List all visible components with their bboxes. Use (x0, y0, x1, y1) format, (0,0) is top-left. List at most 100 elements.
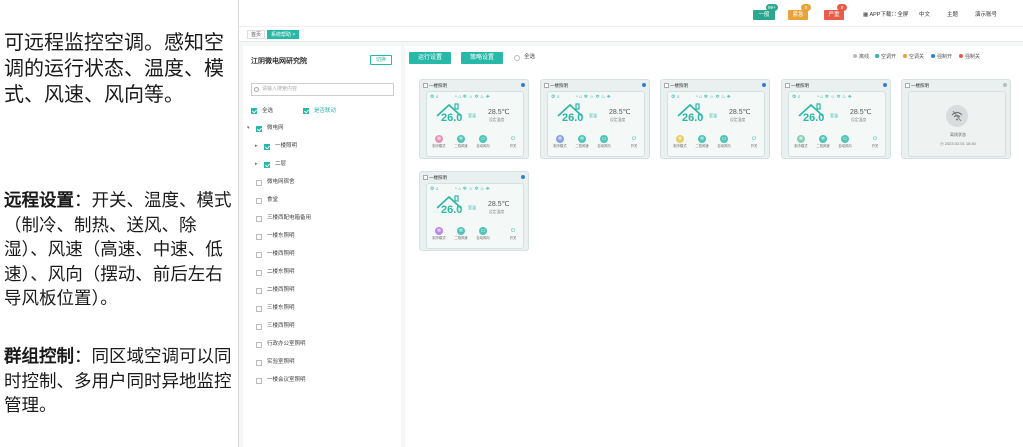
tree-node-label[interactable]: 一楼西照明 (267, 251, 295, 258)
app-download-link[interactable]: ▦ APP下载 (863, 11, 891, 19)
ac-control-button[interactable]: ▭ 自动风向 (836, 135, 854, 149)
ac-device-card[interactable]: 一楼照明 ⚙ ⌕ ◔ ⌂ ❄ ☼ ✲ ♨ ⎈ 26.0 室温 28.5℃ 设定温度 ❄ 制冷模… (781, 79, 891, 159)
tree-node-label[interactable]: 三楼西照明 (267, 323, 295, 330)
ac-control-button[interactable]: ❄ 制冷模式 (430, 227, 448, 241)
ac-control-button[interactable]: ▭ 自动风向 (474, 135, 492, 149)
ac-control-button[interactable]: ⏻ 开关 (504, 227, 522, 241)
ac-device-card[interactable]: 一楼照明 ⚙ ⌕ ◔ ⌂ ❄ ☼ ✲ ♨ ⎈ 26.0 室温 28.5℃ 设定温度 ❄ 制冷模… (419, 171, 529, 251)
alarm-urgent-button[interactable]: 紧急 (788, 10, 808, 20)
tree-node-checkbox[interactable] (256, 359, 262, 366)
tree-node-label[interactable]: 一楼会议室照明 (267, 377, 306, 384)
status-dot-icon (762, 83, 766, 87)
card-checkbox[interactable] (785, 83, 790, 88)
card-checkbox[interactable] (544, 83, 549, 88)
ac-control-button[interactable]: ⏻ 开关 (504, 135, 522, 149)
ac-control-button[interactable]: ✲ 二档风速 (573, 135, 591, 149)
tree-node-label[interactable]: 二层 (275, 161, 286, 168)
theme-button[interactable]: 主题 (947, 11, 958, 19)
tree-node-label[interactable]: 微电网宿舍 (267, 179, 295, 186)
alarm-severe-button[interactable]: 严重 (824, 10, 844, 20)
ac-control-button[interactable]: ✲ 二档风速 (693, 135, 711, 149)
ac-control-button[interactable]: ▭ 自动风向 (595, 135, 613, 149)
main-select-all-checkbox[interactable] (514, 55, 520, 61)
ac-control-icon: ▭ (720, 135, 728, 143)
room-temp-unit: 室温 (830, 113, 838, 118)
tree-node-label[interactable]: 微电网 (267, 125, 284, 132)
run-settings-button[interactable]: 运行设置 (409, 52, 451, 64)
ac-device-card[interactable]: 一楼照明 ⚙ ⌕ ◔ ⌂ ❄ ☼ ✲ ♨ ⎈ 26.0 室温 28.5℃ 设定温度 ❄ 制冷模… (540, 79, 650, 159)
tree-node-checkbox[interactable] (256, 377, 262, 384)
ac-control-button[interactable]: ❄ 制冷模式 (551, 135, 569, 149)
ac-control-button[interactable]: ❄ 制冷模式 (671, 135, 689, 149)
tree-node-checkbox[interactable] (256, 323, 262, 330)
account-button[interactable]: 演示账号 (975, 11, 997, 19)
tree-node-checkbox[interactable] (256, 215, 262, 222)
ac-controls: ❄ 制冷模式 ✲ 二档风速 ▭ 自动风向 ⏻ 开关 (670, 135, 764, 155)
ac-control-button[interactable]: ⏻ 开关 (745, 135, 763, 149)
ac-device-card[interactable]: 一楼照明 ⚙ ⌕ ◔ ⌂ ❄ ☼ ✲ ♨ ⎈ 26.0 室温 28.5℃ 设定温度 ❄ 制冷模… (660, 79, 770, 159)
ac-control-button[interactable]: ❄ 制冷模式 (430, 135, 448, 149)
legend-item: 空调开 (875, 54, 896, 61)
linkage-checkbox[interactable] (303, 108, 309, 114)
set-temperature[interactable]: 28.5℃ (609, 109, 631, 117)
tree-expand-icon[interactable]: ▸ (255, 143, 258, 150)
tree-search-input[interactable]: 请输入搜索内容 (251, 83, 394, 96)
fullscreen-button[interactable]: ⛶ 全屏 (892, 11, 908, 19)
ac-control-button[interactable]: ❄ 制冷模式 (792, 135, 810, 149)
ac-control-button[interactable]: ⏻ 开关 (866, 135, 884, 149)
tab-bar: 首页 系统帮助 × (239, 26, 1023, 42)
switch-org-button[interactable]: 切换 (370, 55, 392, 65)
alarm-normal-button[interactable]: 一般 (753, 10, 775, 20)
tab-home[interactable]: 首页 (247, 30, 266, 39)
select-all-checkbox[interactable] (251, 108, 257, 114)
ac-control-button[interactable]: ✲ 二档风速 (452, 227, 470, 241)
ac-control-button[interactable]: ▭ 自动风向 (715, 135, 733, 149)
card-checkbox[interactable] (664, 83, 669, 88)
tree-node-checkbox[interactable] (256, 233, 262, 240)
tree-node-checkbox[interactable] (256, 251, 262, 258)
intro-text: 可远程监控空调。感知空调的运行状态、温度、模式、风速、风向等。 (4, 32, 224, 106)
tree-node-checkbox[interactable] (256, 305, 262, 312)
tree-node-label[interactable]: 二楼东照明 (267, 269, 295, 276)
tree-expand-icon[interactable]: ▸ (255, 161, 258, 168)
ac-control-icon: ❄ (797, 135, 805, 143)
tree-node-label[interactable]: 实验室照明 (267, 359, 295, 366)
card-checkbox[interactable] (423, 83, 428, 88)
tree-node-checkbox[interactable] (256, 125, 262, 132)
set-temperature[interactable]: 28.5℃ (488, 109, 510, 117)
tree-node-checkbox[interactable] (264, 143, 270, 150)
set-temperature-label: 设定温度 (610, 118, 626, 122)
tree-node-label[interactable]: 一楼东照明 (267, 233, 295, 240)
card-checkbox[interactable] (905, 83, 910, 88)
tree-node-label[interactable]: 三楼西配电箱备用 (267, 215, 311, 222)
tree-node-label[interactable]: 一楼照明 (275, 143, 297, 150)
legend-item: 强制关 (959, 54, 980, 61)
ac-device-card[interactable]: 一楼照明 ⚙ ⌕ ◔ ⌂ ❄ ☼ ✲ ♨ ⎈ 26.0 室温 28.5℃ 设定温度 ❄ 制冷模… (419, 79, 529, 159)
ac-control-icon: ▭ (841, 135, 849, 143)
tab-system-help[interactable]: 系统帮助 × (267, 30, 300, 39)
ac-control-button[interactable]: ⏻ 开关 (625, 135, 643, 149)
ac-control-button[interactable]: ▭ 自动风向 (474, 227, 492, 241)
tree-node-checkbox[interactable] (256, 341, 262, 348)
ac-control-button[interactable]: ✲ 二档风速 (814, 135, 832, 149)
offline-time: ◷ 2023.02.01 16:30 (940, 141, 976, 146)
set-temperature[interactable]: 28.5℃ (850, 109, 872, 117)
tree-node-checkbox[interactable] (256, 269, 262, 276)
ac-device-card-offline[interactable]: 一楼照明 离线状态 ◷ 2023.02.01 16:30 (901, 79, 1011, 159)
tree-node-checkbox[interactable] (256, 197, 262, 204)
card-checkbox[interactable] (423, 175, 428, 180)
strategy-settings-button[interactable]: 策略设置 (461, 52, 503, 64)
ac-control-icon: ✲ (698, 135, 706, 143)
tree-node-checkbox[interactable] (256, 179, 262, 186)
language-button[interactable]: 中文 (919, 11, 930, 19)
tree-node-label[interactable]: 行政办公室照明 (267, 341, 306, 348)
ac-control-button[interactable]: ✲ 二档风速 (452, 135, 470, 149)
tree-node-label[interactable]: 三楼东照明 (267, 305, 295, 312)
set-temperature[interactable]: 28.5℃ (488, 201, 510, 209)
tree-node-checkbox[interactable] (256, 287, 262, 294)
tree-node-label[interactable]: 食堂 (267, 197, 278, 204)
tree-expand-icon[interactable]: ▾ (247, 125, 250, 132)
tree-node-label[interactable]: 二楼西照明 (267, 287, 295, 294)
set-temperature[interactable]: 28.5℃ (729, 109, 751, 117)
tree-node-checkbox[interactable] (264, 161, 270, 168)
